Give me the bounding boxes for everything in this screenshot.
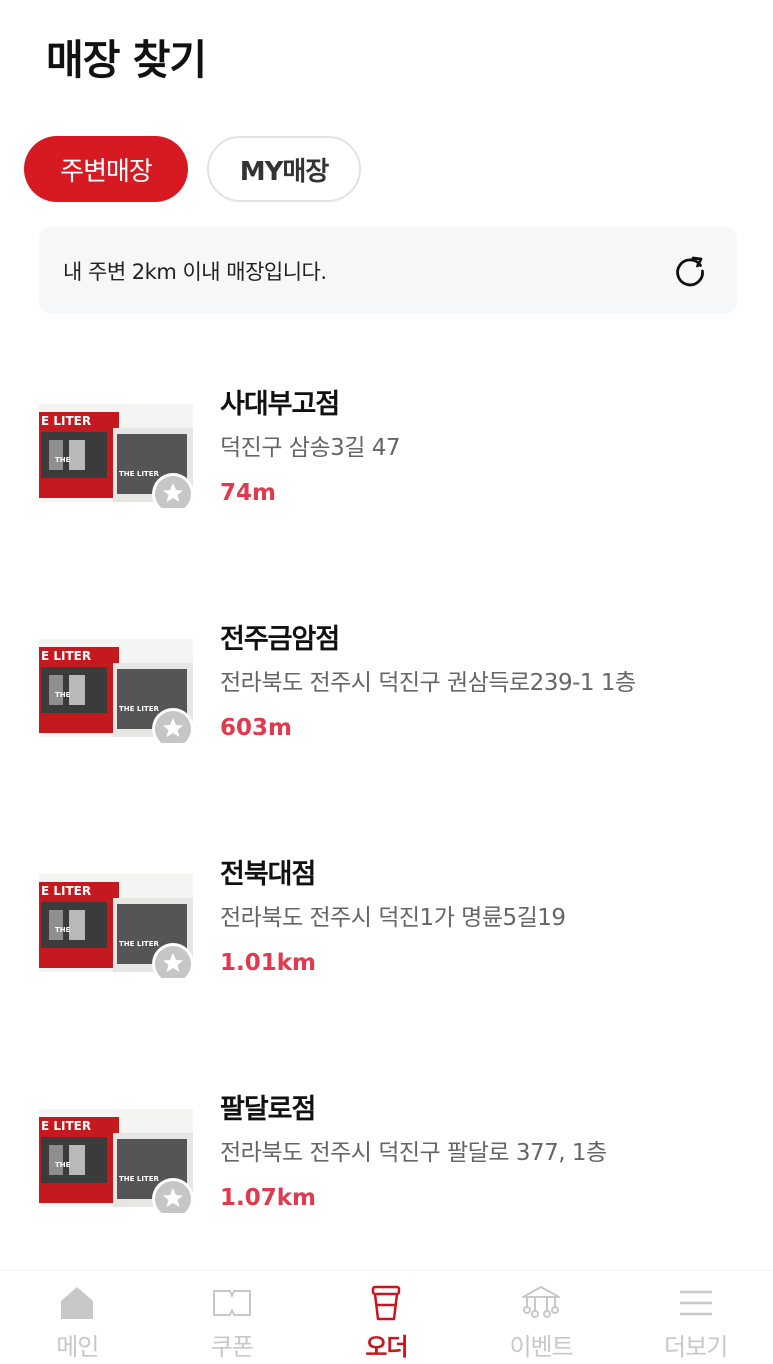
nav-label: 이벤트: [509, 1333, 573, 1361]
store-address: 전라북도 전주시 덕진구 권삼득로239-1 1층: [220, 670, 636, 696]
tab-nearby-stores[interactable]: 주변매장: [24, 136, 188, 202]
store-tabs: 주변매장 MY매장: [24, 136, 361, 202]
svg-text:THE LITER: THE LITER: [119, 940, 159, 948]
svg-text:THE LITER: THE LITER: [119, 470, 159, 478]
store-name: 전북대점: [220, 859, 316, 890]
distance-notice: 내 주변 2km 이내 매장입니다.: [39, 227, 737, 314]
svg-text:E LITER: E LITER: [41, 414, 91, 428]
store-distance: 1.01km: [220, 950, 317, 976]
svg-text:E LITER: E LITER: [41, 649, 91, 663]
notice-text: 내 주변 2km 이내 매장입니다.: [63, 260, 327, 284]
store-item[interactable]: THE THE LITER E LITER 팔달로점 전라북도 전주시 덕진구 …: [0, 1045, 773, 1235]
event-icon: [522, 1286, 561, 1318]
svg-text:THE: THE: [55, 456, 71, 464]
nav-item-order[interactable]: 오더: [309, 1271, 464, 1364]
nav-item-main[interactable]: 메인: [0, 1271, 155, 1364]
bottom-nav: 메인 쿠폰 오더 이벤트 더보기: [0, 1270, 773, 1364]
store-thumbnail: THE THE LITER E LITER: [39, 639, 193, 743]
store-name: 전주금암점: [220, 624, 340, 655]
store-distance: 74m: [220, 480, 276, 506]
svg-text:E LITER: E LITER: [41, 884, 91, 898]
store-address: 전라북도 전주시 덕진1가 명륜5길19: [220, 905, 566, 931]
nav-label: 쿠폰: [210, 1333, 254, 1361]
nav-item-event[interactable]: 이벤트: [464, 1271, 619, 1364]
store-thumbnail: THE THE LITER E LITER: [39, 1109, 193, 1213]
store-address: 전라북도 전주시 덕진구 팔달로 377, 1층: [220, 1140, 607, 1166]
svg-text:THE: THE: [55, 926, 71, 934]
tab-my-stores[interactable]: MY매장: [207, 136, 361, 202]
refresh-icon[interactable]: [672, 253, 708, 289]
store-name: 사대부고점: [220, 389, 340, 420]
nav-label: 더보기: [664, 1333, 728, 1361]
store-item[interactable]: THE THE LITER E LITER 전북대점 전라북도 전주시 덕진1가…: [0, 810, 773, 1000]
store-address: 덕진구 삼송3길 47: [220, 435, 400, 461]
nav-item-more[interactable]: 더보기: [618, 1271, 773, 1364]
store-thumbnail: THE THE LITER E LITER: [39, 874, 193, 978]
menu-icon: [679, 1290, 712, 1316]
store-distance: 603m: [220, 715, 292, 741]
coupon-icon: [212, 1290, 251, 1316]
home-icon: [61, 1287, 94, 1319]
nav-item-coupon[interactable]: 쿠폰: [155, 1271, 310, 1364]
cup-icon: [372, 1285, 401, 1321]
store-thumbnail: THE THE LITER E LITER: [39, 404, 193, 508]
store-name: 팔달로점: [220, 1094, 316, 1125]
svg-text:THE: THE: [55, 1161, 71, 1169]
store-item[interactable]: THE THE LITER E LITER 사대부고점 덕진구 삼송3길 47 …: [0, 340, 773, 530]
svg-text:E LITER: E LITER: [41, 1119, 91, 1133]
page-title: 매장 찾기: [46, 36, 207, 84]
store-distance: 1.07km: [220, 1185, 317, 1211]
svg-text:THE LITER: THE LITER: [119, 705, 159, 713]
svg-text:THE LITER: THE LITER: [119, 1175, 159, 1183]
nav-label: 오더: [365, 1333, 408, 1361]
nav-label: 메인: [56, 1333, 99, 1361]
store-item[interactable]: THE THE LITER E LITER 전주금암점 전라북도 전주시 덕진구…: [0, 575, 773, 765]
svg-text:THE: THE: [55, 691, 71, 699]
